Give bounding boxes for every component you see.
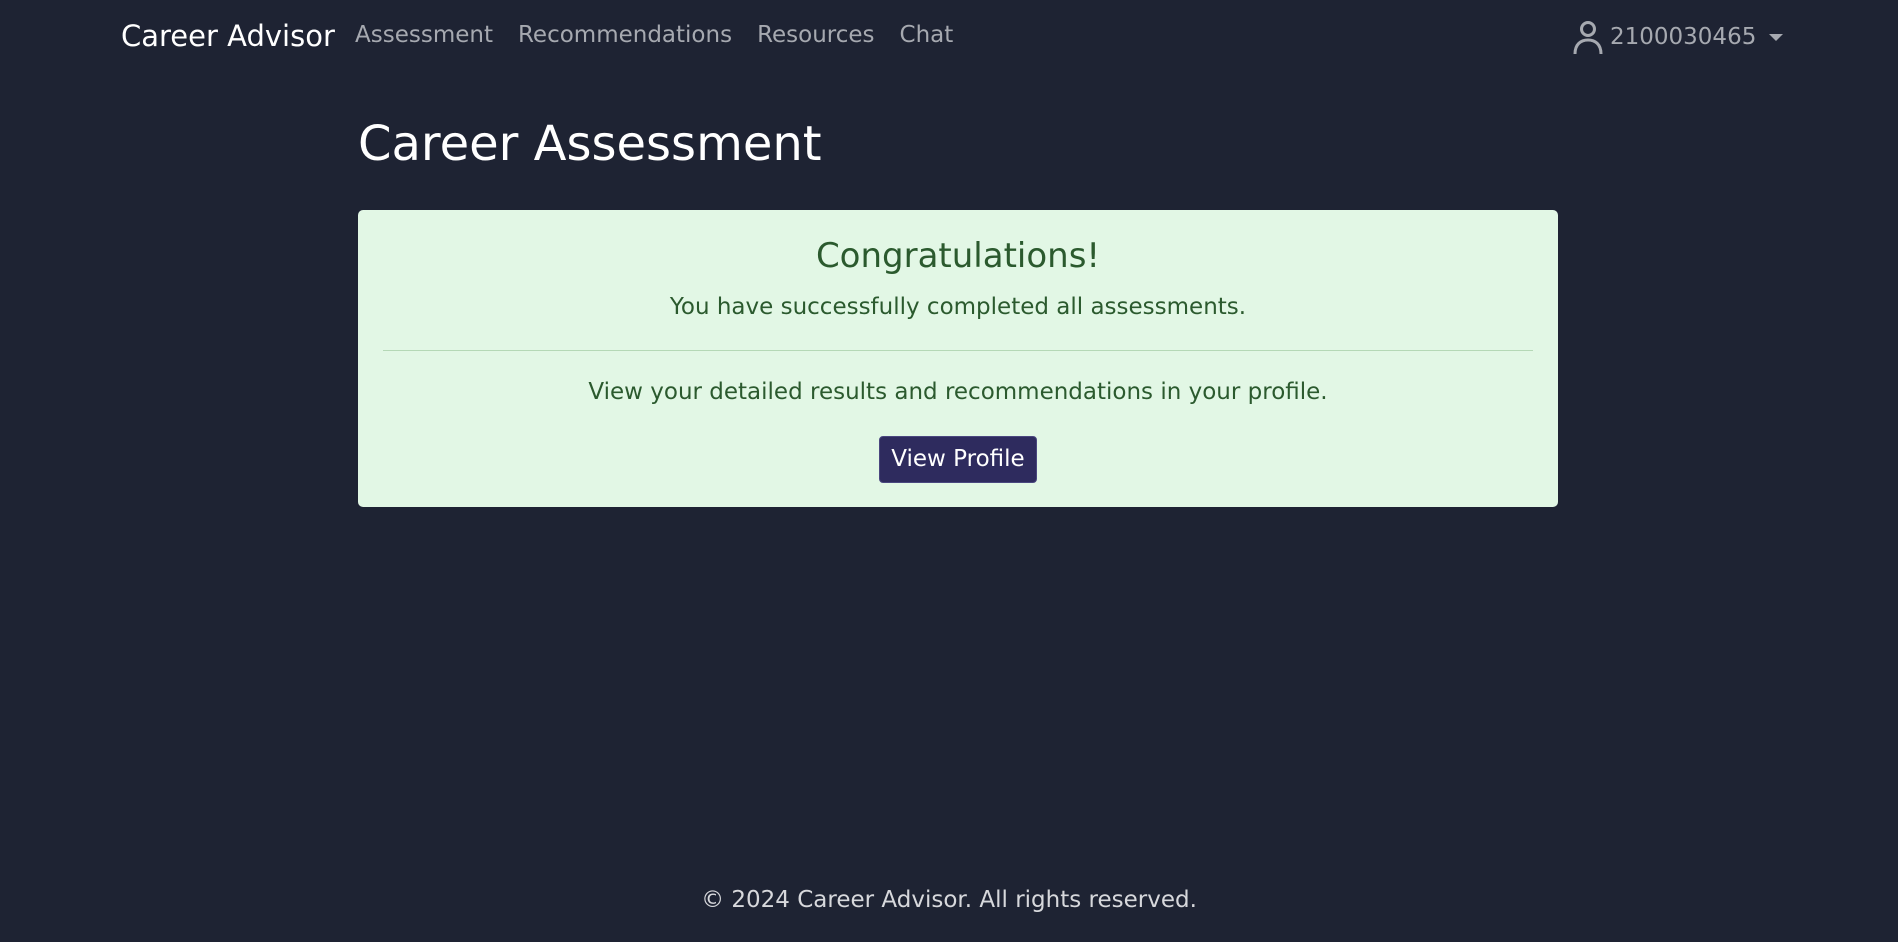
view-profile-button[interactable]: View Profile: [879, 436, 1037, 483]
nav-link-recommendations[interactable]: Recommendations: [518, 22, 732, 48]
nav-link-assessment[interactable]: Assessment: [355, 22, 493, 48]
alert-message: You have successfully completed all asse…: [669, 294, 1247, 320]
nav-link-resources[interactable]: Resources: [757, 22, 874, 48]
success-alert: Congratulations! You have successfully c…: [358, 210, 1558, 507]
user-icon: [1572, 18, 1604, 56]
alert-divider: [383, 350, 1533, 351]
nav-links: Assessment Recommendations Resources Cha…: [355, 22, 953, 48]
footer-copyright: © 2024 Career Advisor. All rights reserv…: [701, 887, 1197, 913]
brand-logo-link[interactable]: Career Advisor: [121, 19, 335, 53]
user-id-label: 2100030465: [1610, 24, 1757, 50]
user-menu-dropdown[interactable]: 2100030465: [1572, 18, 1784, 56]
chevron-down-icon: [1769, 33, 1784, 41]
alert-heading: Congratulations!: [815, 236, 1101, 276]
alert-subtext: View your detailed results and recommend…: [588, 379, 1328, 405]
page-title: Career Assessment: [358, 116, 822, 172]
nav-link-chat[interactable]: Chat: [900, 22, 954, 48]
top-navbar: Career Advisor Assessment Recommendation…: [0, 0, 1898, 76]
